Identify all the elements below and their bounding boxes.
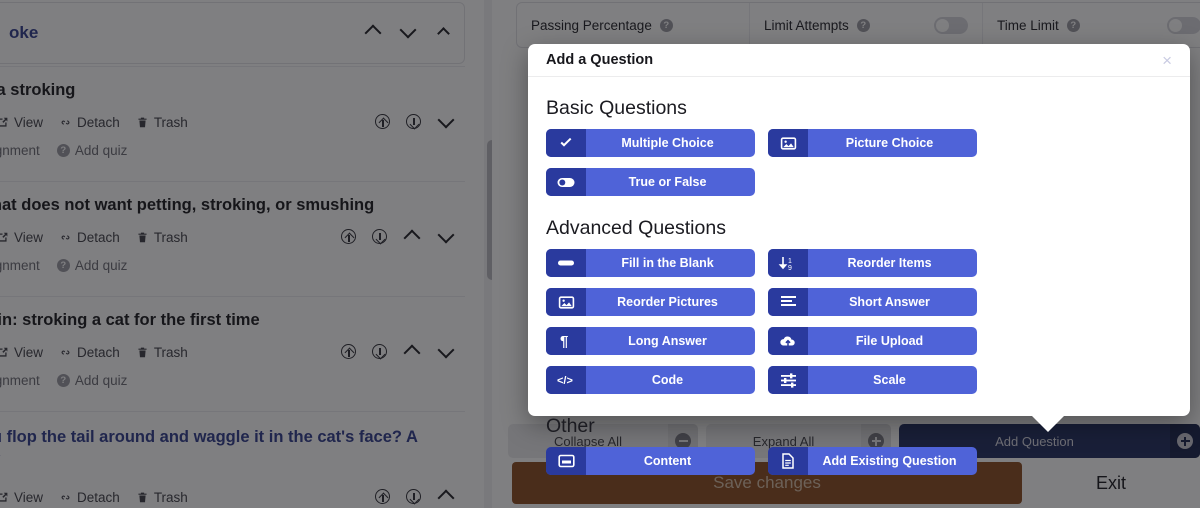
question-type-code[interactable]: </> Code: [546, 366, 755, 394]
button-label: Scale: [873, 373, 906, 387]
question-type-short-answer[interactable]: Short Answer: [768, 288, 977, 316]
modal-header: Add a Question ×: [528, 44, 1190, 77]
button-label: Reorder Pictures: [617, 295, 718, 309]
question-type-multiple-choice[interactable]: Multiple Choice: [546, 129, 755, 157]
question-type-file-upload[interactable]: File Upload: [768, 327, 977, 355]
document-icon: [768, 447, 808, 475]
question-type-reorder-pictures[interactable]: Reorder Pictures: [546, 288, 755, 316]
question-type-long-answer[interactable]: ¶ Long Answer: [546, 327, 755, 355]
button-label: Code: [651, 373, 684, 387]
question-type-picture-choice[interactable]: Picture Choice: [768, 129, 977, 157]
code-icon: </>: [546, 366, 586, 394]
modal-pointer-arrow: [1031, 415, 1065, 432]
button-label: Multiple Choice: [621, 136, 714, 150]
section-heading-advanced: Advanced Questions: [546, 217, 726, 239]
button-label: Add Existing Question: [822, 454, 957, 468]
image-icon: [768, 129, 808, 157]
svg-text:1: 1: [788, 258, 792, 265]
basic-questions-grid: Multiple Choice Picture Choice True or F…: [546, 129, 1172, 196]
cloud-upload-icon: [768, 327, 808, 355]
add-existing-question-button[interactable]: Add Existing Question: [768, 447, 977, 475]
question-type-content[interactable]: Content: [546, 447, 755, 475]
sliders-icon: [768, 366, 808, 394]
screen: oke ants a stroking View Detach: [0, 0, 1200, 508]
svg-text:</>: </>: [557, 375, 573, 387]
paragraph-icon: ¶: [546, 327, 586, 355]
button-label: True or False: [628, 175, 707, 189]
button-label: Short Answer: [849, 295, 930, 309]
question-type-fill-in-the-blank[interactable]: Fill in the Blank: [546, 249, 755, 277]
button-label: Long Answer: [628, 334, 707, 348]
window-icon: [546, 447, 586, 475]
sort-numeric-icon: 19: [768, 249, 808, 277]
advanced-questions-grid: Fill in the Blank 19 Reorder Items Reord…: [546, 249, 1172, 394]
question-type-reorder-items[interactable]: 19 Reorder Items: [768, 249, 977, 277]
question-type-scale[interactable]: Scale: [768, 366, 977, 394]
button-label: Content: [643, 454, 692, 468]
button-label: Reorder Items: [847, 256, 932, 270]
button-label: Picture Choice: [845, 136, 934, 150]
align-left-icon: [768, 288, 808, 316]
close-icon[interactable]: ×: [1162, 52, 1172, 69]
toggle-icon: [546, 168, 586, 196]
section-heading-basic: Basic Questions: [546, 97, 687, 119]
svg-text:¶: ¶: [560, 333, 568, 349]
button-label: Fill in the Blank: [621, 256, 714, 270]
button-label: File Upload: [855, 334, 924, 348]
question-type-true-or-false[interactable]: True or False: [546, 168, 755, 196]
other-grid: Content Add Existing Question: [546, 447, 1172, 475]
modal-body: Basic Questions Multiple Choice Picture …: [528, 77, 1190, 475]
check-icon: [546, 129, 586, 157]
add-question-modal: Add a Question × Basic Questions Multipl…: [528, 44, 1190, 475]
svg-text:9: 9: [788, 265, 792, 272]
modal-title: Add a Question: [546, 52, 654, 68]
section-heading-other: Other: [546, 415, 595, 437]
image-icon: [546, 288, 586, 316]
blank-bar-icon: [546, 249, 586, 277]
